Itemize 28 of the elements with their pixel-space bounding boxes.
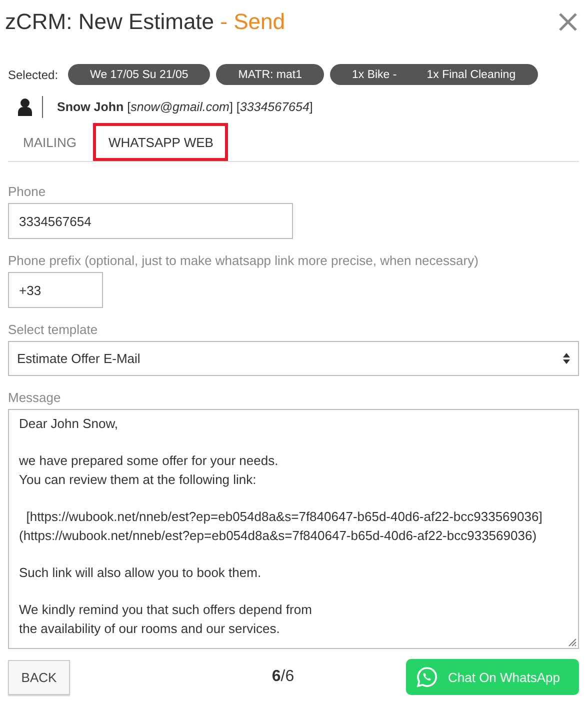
selection-chip: 1x Bike - 1x Final Cleaning: [330, 64, 538, 85]
message-paragraph: Dear John Snow,: [19, 415, 120, 433]
back-button[interactable]: BACK: [8, 660, 70, 694]
whatsapp-icon: [416, 666, 438, 688]
person-icon: [18, 98, 32, 116]
message-paragraph: Such link will also allow you to book them.: [19, 564, 262, 582]
message-paragraph: We kindly remind you that such offers depend from the availability of our rooms and our services.: [19, 601, 313, 638]
phone-label: Phone: [8, 184, 47, 199]
sort-arrows-icon: [563, 353, 570, 364]
close-icon[interactable]: [558, 12, 578, 32]
message-label: Message: [8, 390, 62, 405]
selection-chip: MATR: mat1: [216, 64, 324, 85]
message-field[interactable]: [8, 409, 579, 649]
page-counter: 6/6: [272, 668, 294, 686]
selected-label: Selected:: [8, 68, 58, 82]
window-title: zCRM: New Estimate - Send: [5, 9, 285, 35]
prefix-label: Phone prefix (optional, just to make whatsapp link more precise, when necessary): [8, 253, 480, 268]
tab[interactable]: WHATSAPP WEB: [93, 123, 228, 161]
template-label: Select template: [8, 322, 99, 337]
template-select[interactable]: Estimate Offer E-Mail: [8, 341, 579, 376]
prefix-field[interactable]: +33: [8, 272, 103, 308]
selection-chip: We 17/05 Su 21/05: [68, 64, 210, 85]
phone-field[interactable]: 3334567654: [8, 203, 293, 239]
tab[interactable]: MAILING: [8, 123, 92, 161]
resize-grip-icon: [567, 637, 577, 647]
message-paragraph: we have prepared some offer for your needs. You can review them at the following link:: [19, 452, 280, 489]
customer-info: Snow John [snow@gmail.com] [3334567654]: [57, 100, 313, 114]
message-paragraph: [https://wubook.net/nneb/est?ep=eb054d8a&s=7f840647-b65d-40d6-af22-bcc933569036] (https://wubook.net/nneb/est?ep=eb054d8a&s=7f840647-b65d-40d6-af22-bcc933569036): [19, 508, 544, 545]
